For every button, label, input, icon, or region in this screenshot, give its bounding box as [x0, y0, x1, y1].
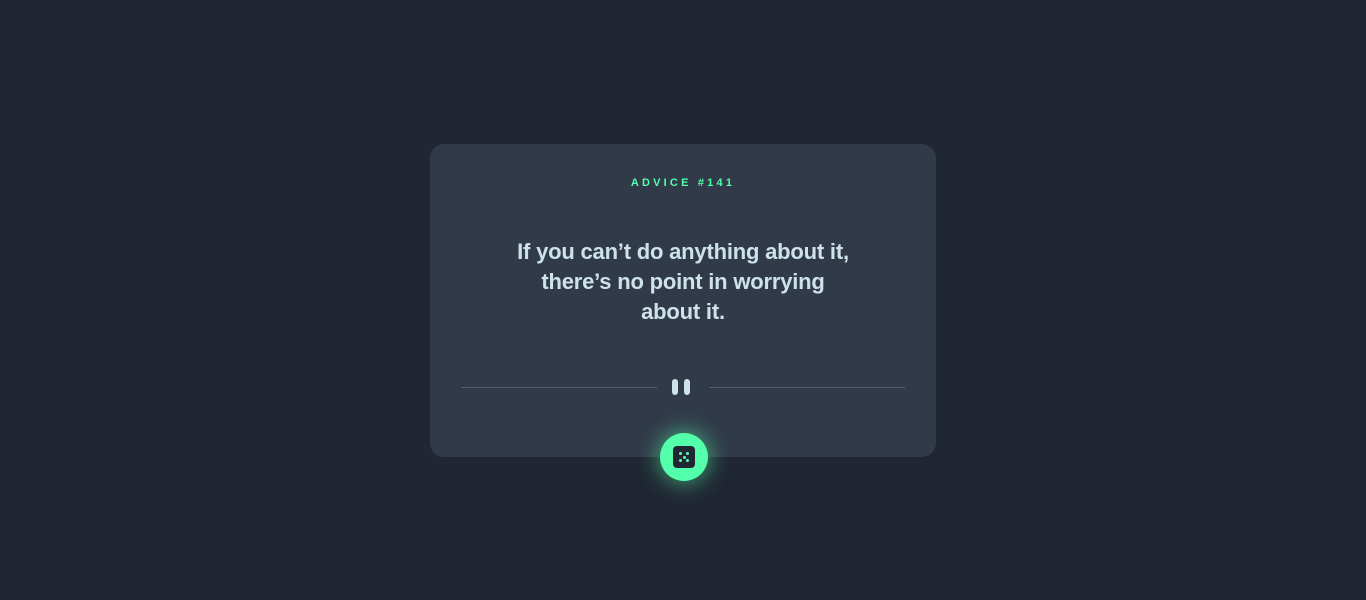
dice-icon	[673, 446, 695, 468]
pause-icon	[672, 379, 694, 395]
divider-line-left	[461, 387, 657, 388]
advice-quote: If you can’t do anything about it, there…	[498, 237, 868, 327]
advice-id-label: ADVICE #141	[630, 177, 736, 189]
pattern-divider	[461, 377, 905, 395]
divider-line-right	[709, 387, 905, 388]
advice-card: ADVICE #141 If you can’t do anything abo…	[430, 144, 936, 457]
advice-quote-line: there’s no point in worrying	[541, 269, 825, 294]
advice-quote-line: about it.	[641, 299, 725, 324]
generate-advice-button[interactable]	[660, 433, 708, 481]
advice-quote-line: If you can’t do anything about it,	[517, 239, 849, 264]
